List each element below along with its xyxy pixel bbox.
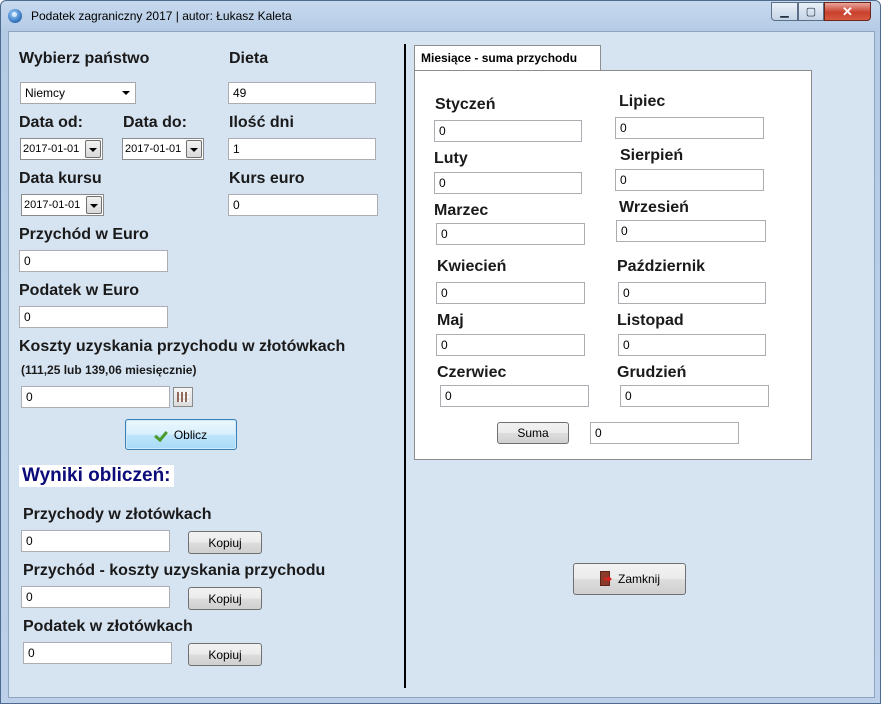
- month-input-june[interactable]: 0: [440, 385, 589, 407]
- rate-date-label: Data kursu: [19, 170, 102, 187]
- month-input-march[interactable]: 0: [436, 223, 585, 245]
- month-label-february: Luty: [434, 150, 468, 167]
- calendar-dropdown-icon[interactable]: [186, 140, 202, 158]
- copy-income-pln-button[interactable]: Kopiuj: [188, 531, 262, 554]
- days-input[interactable]: 1: [228, 138, 376, 160]
- income-eur-label: Przychód w Euro: [19, 226, 149, 243]
- tax-eur-input[interactable]: 0: [19, 306, 168, 328]
- close-button[interactable]: Zamknij: [573, 563, 686, 595]
- title-bar[interactable]: Podatek zagraniczny 2017 | autor: Łukasz…: [1, 1, 880, 31]
- income-minus-costs-label: Przychód - koszty uzyskania przychodu: [23, 562, 326, 579]
- costs-input[interactable]: 0: [21, 386, 170, 408]
- close-window-button[interactable]: ✕: [824, 2, 871, 21]
- tax-eur-label: Podatek w Euro: [19, 282, 140, 299]
- calculate-button-label: Oblicz: [173, 427, 208, 442]
- check-icon: [155, 429, 169, 441]
- results-heading: Wyniki obliczeń:: [19, 465, 174, 487]
- month-input-november[interactable]: 0: [618, 334, 766, 356]
- month-input-august[interactable]: 0: [615, 169, 764, 191]
- calendar-dropdown-icon[interactable]: [86, 196, 102, 214]
- date-to-picker[interactable]: 2017-01-01: [122, 138, 204, 160]
- tax-pln-label: Podatek w złotówkach: [23, 618, 193, 635]
- calendar-dropdown-icon[interactable]: [85, 140, 101, 158]
- month-label-april: Kwiecień: [437, 258, 507, 275]
- vertical-divider: [404, 44, 406, 688]
- app-icon: [8, 9, 22, 23]
- month-label-december: Grudzień: [617, 364, 687, 381]
- calculate-button[interactable]: Oblicz: [125, 419, 237, 450]
- country-select[interactable]: Niemcy: [20, 82, 136, 104]
- month-label-may: Maj: [437, 312, 464, 329]
- euro-rate-input[interactable]: 0: [228, 194, 378, 216]
- sum-button[interactable]: Suma: [497, 422, 569, 444]
- month-label-november: Listopad: [617, 312, 684, 329]
- close-button-label: Zamknij: [617, 572, 660, 586]
- month-input-may[interactable]: 0: [436, 334, 585, 356]
- dieta-input[interactable]: 49: [228, 82, 376, 104]
- month-label-october: Październik: [617, 258, 706, 275]
- client-area: Wybierz państwo Niemcy Dieta 49 Data od:…: [8, 31, 875, 698]
- dieta-label: Dieta: [229, 50, 269, 67]
- month-input-december[interactable]: 0: [620, 385, 769, 407]
- window-title: Podatek zagraniczny 2017 | autor: Łukasz…: [31, 9, 292, 23]
- copy-tax-pln-button[interactable]: Kopiuj: [188, 643, 262, 666]
- month-input-september[interactable]: 0: [616, 220, 766, 242]
- tab-months[interactable]: Miesiące - suma przychodu: [414, 45, 601, 71]
- sum-output[interactable]: 0: [590, 422, 739, 444]
- euro-rate-label: Kurs euro: [229, 170, 305, 187]
- month-label-june: Czerwiec: [437, 364, 507, 381]
- month-label-march: Marzec: [434, 202, 489, 219]
- date-to-label: Data do:: [123, 114, 187, 131]
- copy-income-minus-costs-button[interactable]: Kopiuj: [188, 587, 262, 610]
- minimize-button[interactable]: ▁: [771, 2, 798, 21]
- month-input-october[interactable]: 0: [618, 282, 766, 304]
- costs-label: Koszty uzyskania przychodu w złotówkach: [19, 338, 346, 355]
- month-label-january: Styczeń: [435, 96, 496, 113]
- date-to-value: 2017-01-01: [125, 143, 182, 155]
- income-minus-costs-output[interactable]: 0: [21, 586, 170, 608]
- date-from-value: 2017-01-01: [23, 143, 80, 155]
- income-pln-label: Przychody w złotówkach: [23, 506, 212, 523]
- month-input-january[interactable]: 0: [434, 120, 582, 142]
- days-label: Ilość dni: [229, 114, 294, 131]
- month-input-february[interactable]: 0: [434, 172, 582, 194]
- date-from-label: Data od:: [19, 114, 83, 131]
- costs-hint: (111,25 lub 139,06 miesięcznie): [21, 363, 197, 377]
- maximize-button[interactable]: ▢: [798, 2, 824, 21]
- calculator-icon[interactable]: [173, 387, 193, 407]
- income-eur-input[interactable]: 0: [19, 250, 168, 272]
- date-from-picker[interactable]: 2017-01-01: [20, 138, 103, 160]
- month-input-july[interactable]: 0: [615, 117, 764, 139]
- income-pln-output[interactable]: 0: [21, 530, 170, 552]
- country-select-value: Niemcy: [25, 86, 66, 100]
- month-input-april[interactable]: 0: [436, 282, 585, 304]
- chevron-down-icon: [122, 91, 130, 95]
- exit-door-icon: [599, 571, 613, 587]
- country-label: Wybierz państwo: [19, 50, 150, 67]
- rate-date-value: 2017-01-01: [24, 199, 81, 211]
- month-label-august: Sierpień: [620, 147, 684, 164]
- app-window: Podatek zagraniczny 2017 | autor: Łukasz…: [0, 0, 881, 704]
- month-label-september: Wrzesień: [619, 199, 689, 216]
- rate-date-picker[interactable]: 2017-01-01: [21, 194, 104, 216]
- months-tab-panel: Styczeń 0 Luty 0 Marzec 0 Kwiecień 0 Maj…: [414, 70, 812, 460]
- month-label-july: Lipiec: [619, 93, 666, 110]
- tax-pln-output[interactable]: 0: [23, 642, 172, 664]
